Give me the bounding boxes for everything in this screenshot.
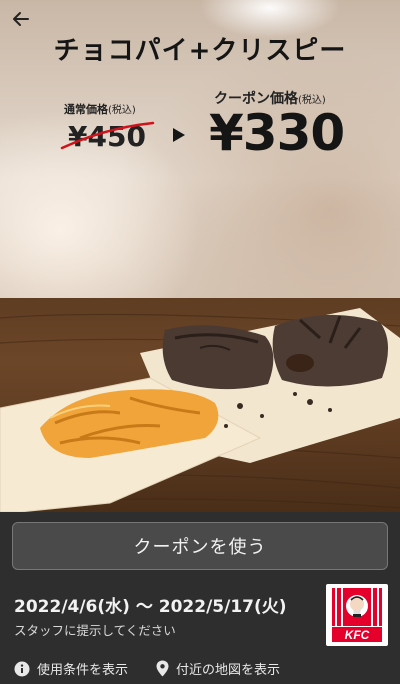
show-to-staff-notice: スタッフに提示してください (14, 623, 176, 638)
hero-header: チョコパイ+クリスピー 通常価格(税込) ¥450 クーポン価格(税込) ¥33… (0, 0, 400, 298)
product-title: チョコパイ+クリスピー (53, 36, 347, 66)
strikethrough-line (60, 121, 155, 150)
map-link-label: 付近の地図を表示 (176, 663, 281, 678)
map-link[interactable]: 付近の地図を表示 (156, 659, 280, 678)
choco-pie-left (162, 325, 274, 390)
back-arrow-icon[interactable] (10, 8, 32, 30)
triangle-right-icon (173, 128, 185, 142)
validity-date-range: 2022/4/6(水) 〜 2022/5/17(火) (14, 597, 287, 617)
info-icon (14, 661, 30, 677)
map-pin-icon (156, 660, 169, 677)
terms-link-label: 使用条件を表示 (37, 663, 129, 678)
terms-link[interactable]: 使用条件を表示 (14, 659, 128, 678)
normal-price-tax: (税込) (108, 105, 136, 116)
product-photo (0, 298, 400, 512)
bottom-panel: クーポンを使う 2022/4/6(水) 〜 2022/5/17(火) スタッフに… (0, 512, 400, 684)
choco-pie-right (272, 314, 389, 387)
kfc-logo: KFC (326, 584, 388, 646)
normal-price-label: 通常価格(税込) (64, 101, 136, 117)
coupon-price: ¥330 (209, 104, 345, 162)
normal-price-label-text: 通常価格 (64, 103, 108, 116)
kfc-logo-text: KFC (345, 628, 370, 642)
use-coupon-button[interactable]: クーポンを使う (12, 522, 388, 570)
